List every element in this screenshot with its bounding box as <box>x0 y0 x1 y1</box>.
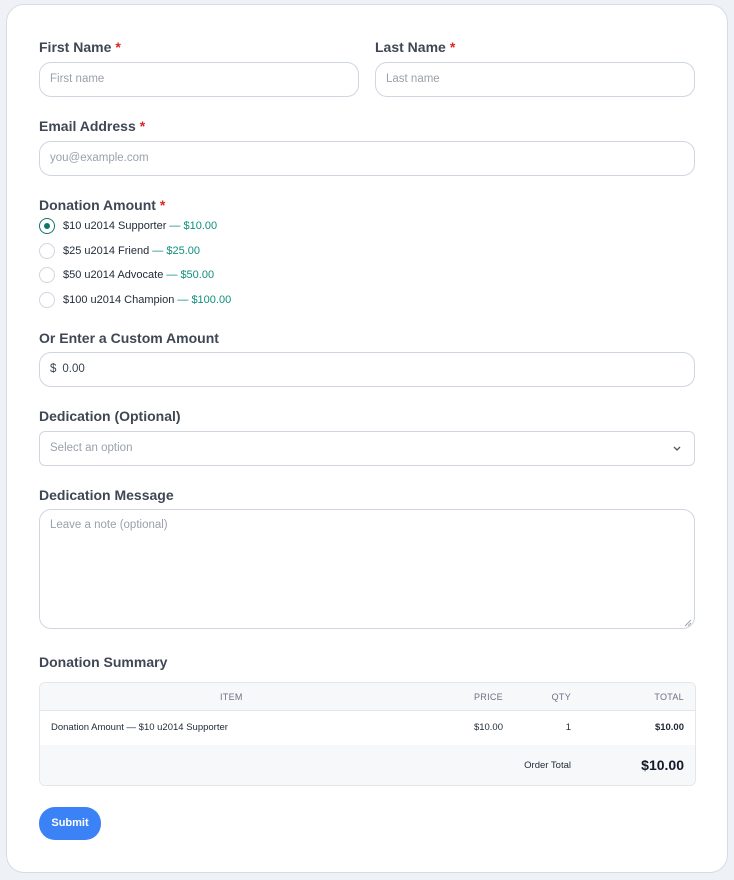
donation-form-card: First Name * First name Last Name * Last n… <box>6 4 728 873</box>
submit-button[interactable]: Submit <box>39 807 101 840</box>
first-name-placeholder: First name <box>50 73 105 85</box>
radio-button[interactable] <box>39 267 55 283</box>
column-header-qty: QTY <box>551 692 571 702</box>
dedication-message-placeholder: Leave a note (optional) <box>50 519 168 531</box>
column-header-item: ITEM <box>220 692 243 702</box>
last-name-input[interactable]: Last name <box>375 62 695 97</box>
email-input[interactable]: you@example.com <box>39 141 695 176</box>
column-header-price: PRICE <box>473 692 503 702</box>
donation-option-text: $100 u2014 Champion — $100.00 <box>63 291 231 309</box>
custom-amount-value: 0.00 <box>62 363 85 375</box>
table-header: ITEM PRICE QTY TOTAL <box>40 683 695 711</box>
custom-amount-label: Or Enter a Custom Amount <box>39 330 219 346</box>
radio-button[interactable] <box>39 292 55 308</box>
required-mark: * <box>449 39 456 55</box>
table-row: Donation Amount — $10 u2014 Supporter $1… <box>40 711 695 745</box>
donation-option-separator: — <box>163 269 181 281</box>
email-placeholder: you@example.com <box>50 152 149 164</box>
donation-option-amount: $25.00 <box>166 245 201 257</box>
donation-summary-table: ITEM PRICE QTY TOTAL Donation Amount — $… <box>39 682 696 786</box>
donation-option-separator: — <box>149 245 167 257</box>
dedication-label: Dedication (Optional) <box>39 408 181 424</box>
order-total-value: $10.00 <box>641 757 684 773</box>
last-name-label-text: Last Name <box>375 39 446 55</box>
summary-price: $10.00 <box>473 722 503 733</box>
last-name-label: Last Name * <box>375 39 455 55</box>
donation-summary-label: Donation Summary <box>39 654 168 670</box>
first-name-input[interactable]: First name <box>39 62 359 97</box>
donation-option-text: $25 u2014 Friend — $25.00 <box>63 242 200 260</box>
donation-option-amount: $10.00 <box>183 220 218 232</box>
first-name-label: First Name * <box>39 39 121 55</box>
donation-option-label: $100 u2014 Champion <box>63 294 175 306</box>
dedication-selected-value: Select an option <box>50 442 133 454</box>
chevron-down-icon <box>672 432 682 479</box>
email-label-text: Email Address <box>39 118 136 134</box>
column-header-total: TOTAL <box>654 692 684 702</box>
summary-item: Donation Amount — $10 u2014 Supporter <box>51 722 228 733</box>
donation-option-text: $50 u2014 Advocate — $50.00 <box>63 266 214 284</box>
donation-option-label: $25 u2014 Friend <box>63 245 150 257</box>
summary-qty: 1 <box>565 722 571 733</box>
required-mark: * <box>159 197 166 213</box>
donation-amount-label-text: Donation Amount <box>39 197 156 213</box>
email-label: Email Address * <box>39 118 145 134</box>
last-name-placeholder: Last name <box>386 73 440 85</box>
donation-option-label: $50 u2014 Advocate <box>63 269 164 281</box>
radio-button[interactable] <box>39 243 55 259</box>
radio-button-selected[interactable] <box>39 218 55 234</box>
first-name-label-text: First Name <box>39 39 112 55</box>
donation-option-amount: $50.00 <box>180 269 215 281</box>
dedication-select[interactable]: Select an option <box>39 431 695 466</box>
donation-option-label: $10 u2014 Supporter <box>63 220 167 232</box>
order-total-label: Order Total <box>524 760 571 771</box>
donation-amount-label: Donation Amount * <box>39 197 165 213</box>
donation-option-separator: — <box>174 294 192 306</box>
required-mark: * <box>139 118 146 134</box>
resize-handle-icon[interactable] <box>684 619 692 627</box>
donation-option-text: $10 u2014 Supporter — $10.00 <box>63 217 217 235</box>
donation-option-separator: — <box>166 220 184 232</box>
currency-symbol: $ <box>50 363 57 375</box>
dedication-message-textarea[interactable]: Leave a note (optional) <box>39 509 695 629</box>
summary-total: $10.00 <box>654 722 684 733</box>
donation-option-amount: $100.00 <box>191 294 232 306</box>
dedication-message-label: Dedication Message <box>39 487 174 503</box>
required-mark: * <box>115 39 121 55</box>
custom-amount-input[interactable]: $0.00 <box>39 352 695 387</box>
table-footer: Order Total $10.00 <box>40 745 695 785</box>
